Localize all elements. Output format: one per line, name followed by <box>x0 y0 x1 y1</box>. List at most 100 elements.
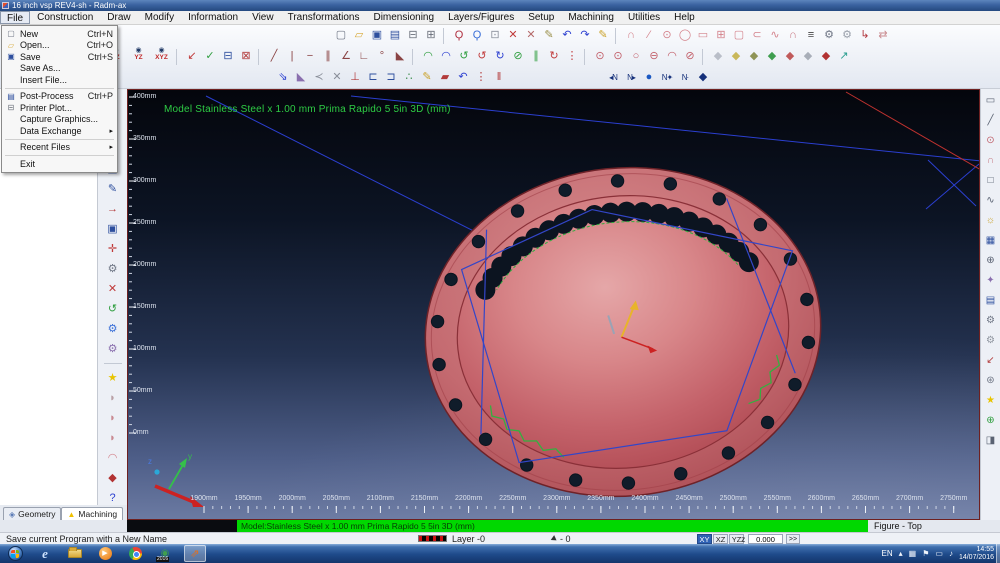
stamp-icon[interactable]: ▰ <box>436 69 454 87</box>
gear-small-icon[interactable]: ⚙ <box>838 27 856 45</box>
rounded-rect-icon[interactable]: ▢ <box>730 27 748 45</box>
new-file-icon[interactable]: ▢ <box>332 27 350 45</box>
points-delete-icon[interactable]: ⋮ <box>563 48 581 66</box>
menu-draw[interactable]: Draw <box>100 11 137 24</box>
op-list-run-icon[interactable]: → <box>104 201 121 217</box>
slot-icon[interactable]: ⊂ <box>748 27 766 45</box>
star-favourite-icon[interactable]: ★ <box>104 370 121 386</box>
line-pink-icon[interactable]: ⁄ <box>640 27 658 45</box>
start-button[interactable] <box>4 545 26 562</box>
undo-arc-icon[interactable]: ↶ <box>454 69 472 87</box>
taskbar-clock[interactable]: 14:55 14/07/2016 <box>959 546 994 562</box>
menu-layers-figures[interactable]: Layers/Figures <box>441 11 521 24</box>
menu-construction[interactable]: Construction <box>30 11 100 24</box>
zoom-icon[interactable]: Ϙ <box>450 27 468 45</box>
gear-icon[interactable]: ⚙ <box>820 27 838 45</box>
circle-a-icon[interactable]: ⊙ <box>591 48 609 66</box>
nav-eye-icon[interactable]: ◆ <box>694 69 712 87</box>
menu-setup[interactable]: Setup <box>521 11 561 24</box>
circle-b-icon[interactable]: ⊙ <box>609 48 627 66</box>
menu-dimensioning[interactable]: Dimensioning <box>366 11 441 24</box>
taskbar-radan-active[interactable]: ⇗ <box>184 545 206 562</box>
rect-group-icon[interactable]: ⊞ <box>712 27 730 45</box>
revert-icon[interactable]: ↺ <box>104 301 121 317</box>
snap-end-icon[interactable]: ⇘ <box>274 69 292 87</box>
pick-light-icon[interactable]: ☼ <box>982 213 999 229</box>
shrink-icon[interactable]: ✕ <box>522 27 540 45</box>
plane-check-icon[interactable]: ✓ <box>201 48 219 66</box>
flip-direction-icon[interactable]: ⇄ <box>874 27 892 45</box>
taskbar-file-explorer[interactable] <box>64 545 86 562</box>
sheet-pink-2-icon[interactable]: ◗ <box>104 430 121 446</box>
angle-line-icon[interactable]: ∠ <box>337 48 355 66</box>
point-circle-icon[interactable]: ° <box>373 48 391 66</box>
pick-cube-icon[interactable]: □ <box>982 173 999 189</box>
file-menu-item-save[interactable]: ▣SaveCtrl+S <box>2 51 117 63</box>
grid-icon[interactable]: ▦ <box>909 549 917 558</box>
circle-c-icon[interactable]: ○ <box>627 48 645 66</box>
pick-line-icon[interactable]: ╱ <box>982 113 999 129</box>
gem-olive-icon[interactable]: ◆ <box>745 48 763 66</box>
clamp-top-icon[interactable]: ⊟ <box>219 48 237 66</box>
taskbar-internet-explorer[interactable]: e <box>34 545 56 562</box>
sheet-outline-icon[interactable]: ◠ <box>104 450 121 466</box>
menu-view[interactable]: View <box>245 11 281 24</box>
file-menu-item-exit[interactable]: Exit <box>2 158 117 170</box>
hidden-icons-button[interactable]: ▴ <box>899 549 903 558</box>
parallel-icon[interactable]: ∥ <box>319 48 337 66</box>
file-menu-item-capture-graphics[interactable]: Capture Graphics... <box>2 114 117 126</box>
gear-query-icon[interactable]: ⚙ <box>104 341 121 357</box>
taskbar-chrome[interactable] <box>124 545 146 562</box>
viewport-canvas[interactable]: y z Model Stainless Steel x 1.00 mm Prim… <box>127 89 980 520</box>
layer-label[interactable]: Layer -0 <box>452 534 485 544</box>
menu-machining[interactable]: Machining <box>561 11 621 24</box>
erase-icon[interactable]: ✎ <box>540 27 558 45</box>
pick-spark-icon[interactable]: ✦ <box>982 273 999 289</box>
pick-bell-icon[interactable]: ∩ <box>982 153 999 169</box>
dim-horiz-icon[interactable]: ‖ <box>490 69 508 87</box>
taskbar-app-2016[interactable]: ◉ 2016 <box>154 545 176 562</box>
gem-red-edge-icon[interactable]: ◆ <box>781 48 799 66</box>
nav-next-icon[interactable]: N▸ <box>622 69 640 87</box>
undo-icon[interactable]: ↶ <box>558 27 576 45</box>
fillet-insert-icon[interactable]: ◠ <box>437 48 455 66</box>
fillet-add-icon[interactable]: ◠ <box>419 48 437 66</box>
z-value-input[interactable] <box>748 534 783 544</box>
view-yz-button[interactable]: ◉YZ <box>127 47 150 67</box>
pen-icon[interactable]: ✎ <box>418 69 436 87</box>
file-menu-item-post-process[interactable]: ▤Post-ProcessCtrl+P <box>2 91 117 103</box>
bound-left-icon[interactable]: ⊏ <box>364 69 382 87</box>
corner-line-icon[interactable]: ∟ <box>355 48 373 66</box>
pick-arrow-icon[interactable]: ↙ <box>982 353 999 369</box>
file-menu-item-insert-file[interactable]: Insert File... <box>2 74 117 86</box>
print-icon[interactable]: ⊟ <box>404 27 422 45</box>
snap-cross-icon[interactable]: ✕ <box>328 69 346 87</box>
gear-add-icon[interactable]: ⚙ <box>104 321 121 337</box>
pick-view3d-icon[interactable]: ▦ <box>982 233 999 249</box>
file-menu-item-save-as[interactable]: Save As... <box>2 63 117 75</box>
plane-select-icon[interactable]: ↙ <box>183 48 201 66</box>
copy-icon[interactable]: ⊞ <box>422 27 440 45</box>
layer-colour-swatch[interactable] <box>418 535 447 542</box>
pick-add-icon[interactable]: ⊕ <box>982 413 999 429</box>
pick-burst-icon[interactable]: ⊛ <box>982 373 999 389</box>
point-bell-icon[interactable]: ∩ <box>622 27 640 45</box>
post-process-icon[interactable]: ▤ <box>386 27 404 45</box>
file-menu-item-printer-plot[interactable]: ⊟Printer Plot... <box>2 102 117 114</box>
nav-star-icon[interactable]: N✦ <box>658 69 676 87</box>
pick-star-icon[interactable]: ★ <box>982 393 999 409</box>
op-list-save-icon[interactable]: ▣ <box>104 221 121 237</box>
loop-delete-icon[interactable]: ↺ <box>473 48 491 66</box>
nav-dot-icon[interactable]: N· <box>676 69 694 87</box>
point-horiz-icon[interactable]: − <box>301 48 319 66</box>
save-icon[interactable]: ▣ <box>368 27 386 45</box>
angle-circle-icon[interactable]: ◣ <box>391 48 409 66</box>
circle-f-icon[interactable]: ⊘ <box>681 48 699 66</box>
settings-gear-icon[interactable]: ⚙ <box>104 261 121 277</box>
tab-geometry[interactable]: ◈ Geometry <box>3 507 61 520</box>
loop-modify-icon[interactable]: ↺ <box>455 48 473 66</box>
menu-modify[interactable]: Modify <box>138 11 181 24</box>
menu-information[interactable]: Information <box>181 11 245 24</box>
action-center-flag-icon[interactable]: ⚑ <box>922 549 929 558</box>
pick-gears-icon[interactable]: ⚙ <box>982 313 999 329</box>
